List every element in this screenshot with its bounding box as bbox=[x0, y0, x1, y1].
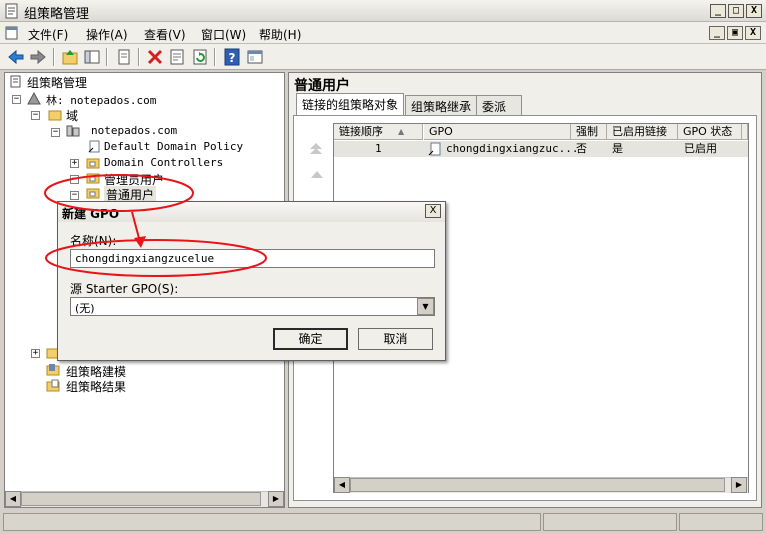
move-up-icon[interactable] bbox=[309, 170, 325, 180]
cell-link-enabled: 是 bbox=[612, 142, 623, 155]
gpmc-app-icon bbox=[5, 3, 18, 19]
ou-folder-icon bbox=[86, 173, 100, 184]
collapse-icon[interactable]: − bbox=[12, 95, 21, 104]
details-title: 普通用户 bbox=[294, 78, 350, 94]
scroll-thumb[interactable] bbox=[21, 492, 261, 506]
up-folder-icon[interactable] bbox=[60, 47, 80, 67]
tree-gp-results[interactable]: 组策略结果 bbox=[66, 378, 126, 395]
back-icon[interactable] bbox=[6, 47, 26, 67]
status-panel-3 bbox=[679, 513, 763, 531]
copy-icon[interactable] bbox=[114, 47, 134, 67]
cell-gpo-status: 已启用 bbox=[684, 142, 717, 155]
tree-default-domain-policy[interactable]: Default Domain Policy bbox=[104, 140, 243, 153]
gpmc-root-icon bbox=[10, 75, 21, 88]
tree-domain[interactable]: notepados.com bbox=[91, 124, 177, 137]
scroll-right-icon[interactable]: ▶ bbox=[731, 477, 747, 493]
scroll-left-icon[interactable]: ◀ bbox=[5, 491, 21, 507]
cell-gpo-name: chongdingxiangzuc... bbox=[446, 142, 579, 155]
scroll-thumb[interactable] bbox=[350, 478, 725, 492]
minimize-button[interactable]: _ bbox=[710, 4, 726, 18]
source-starter-label: 源 Starter GPO(S): bbox=[70, 282, 179, 296]
scroll-right-icon[interactable]: ▶ bbox=[268, 491, 284, 507]
menu-file[interactable]: 文件(F) bbox=[28, 26, 68, 43]
column-link-enabled[interactable]: 已启用链接 bbox=[607, 124, 678, 140]
modeling-icon bbox=[46, 364, 60, 376]
tab-inheritance[interactable]: 组策略继承 bbox=[405, 95, 478, 115]
menu-help[interactable]: 帮助(H) bbox=[259, 26, 301, 43]
tree-root-gpmc[interactable]: 组策略管理 bbox=[27, 74, 87, 91]
gpo-link-icon bbox=[428, 142, 441, 156]
collapse-icon[interactable]: − bbox=[31, 111, 40, 120]
mdi-child-icon[interactable] bbox=[4, 25, 20, 41]
cancel-button[interactable]: 取消 bbox=[358, 328, 433, 350]
collapse-icon[interactable]: − bbox=[70, 175, 79, 184]
name-label: 名称(N): bbox=[70, 234, 117, 248]
mdi-restore-button[interactable]: ▣ bbox=[727, 26, 743, 40]
tree-domain-controllers[interactable]: Domain Controllers bbox=[104, 156, 223, 169]
svg-text:?: ? bbox=[229, 51, 236, 65]
column-link-order[interactable]: 链接顺序 ▲ bbox=[334, 124, 423, 140]
tab-delegation[interactable]: 委派 bbox=[476, 95, 522, 115]
refresh-icon[interactable] bbox=[190, 47, 210, 67]
toolbar-separator bbox=[106, 48, 108, 66]
cell-link-order: 1 bbox=[375, 142, 382, 155]
ok-button[interactable]: 确定 bbox=[273, 328, 348, 350]
mdi-close-button[interactable]: X bbox=[745, 26, 761, 40]
ou-folder-icon bbox=[86, 158, 100, 169]
results-icon bbox=[46, 379, 60, 392]
toolbar-separator bbox=[214, 48, 216, 66]
window-title: 组策略管理 bbox=[24, 7, 90, 22]
tree-domains[interactable]: 域 bbox=[66, 107, 78, 124]
chevron-down-icon[interactable]: ▼ bbox=[417, 298, 434, 315]
collapse-icon[interactable]: − bbox=[70, 191, 79, 200]
toolbar-separator bbox=[138, 48, 140, 66]
column-gpo-status[interactable]: GPO 状态 bbox=[678, 124, 742, 140]
mdi-minimize-button[interactable]: _ bbox=[709, 26, 725, 40]
domains-folder-icon bbox=[48, 110, 62, 121]
expand-icon[interactable]: + bbox=[31, 349, 40, 358]
status-panel-main bbox=[3, 513, 541, 531]
move-link-up-icon[interactable] bbox=[308, 141, 324, 157]
tree-forest[interactable]: 林: notepados.com bbox=[46, 92, 156, 108]
menu-action[interactable]: 操作(A) bbox=[86, 26, 128, 43]
export-icon[interactable] bbox=[245, 47, 265, 67]
column-gpo[interactable]: GPO bbox=[424, 124, 571, 140]
help-icon[interactable]: ? bbox=[222, 47, 242, 67]
gpo-name-input[interactable]: chongdingxiangzucelue bbox=[70, 249, 435, 268]
status-panel-2 bbox=[543, 513, 677, 531]
domain-icon bbox=[66, 125, 80, 137]
close-button[interactable]: X bbox=[746, 4, 762, 18]
ou-folder-icon bbox=[86, 188, 100, 199]
forward-icon[interactable] bbox=[28, 47, 48, 67]
cell-enforced: 否 bbox=[576, 142, 587, 155]
show-hide-tree-icon[interactable] bbox=[82, 47, 102, 67]
forest-icon bbox=[27, 92, 41, 105]
toolbar-separator bbox=[53, 48, 55, 66]
sort-ascending-icon: ▲ bbox=[398, 127, 405, 136]
scroll-left-icon[interactable]: ◀ bbox=[334, 477, 350, 493]
properties-icon[interactable] bbox=[167, 47, 187, 67]
expand-icon[interactable]: + bbox=[70, 159, 79, 168]
window-titlebar bbox=[0, 0, 766, 22]
gpo-link-icon bbox=[88, 140, 100, 153]
column-enforced[interactable]: 强制 bbox=[571, 124, 607, 140]
source-starter-select[interactable]: (无) bbox=[70, 297, 435, 316]
menu-window[interactable]: 窗口(W) bbox=[201, 26, 246, 43]
dialog-title: 新建 GPO bbox=[62, 207, 120, 221]
column-filler bbox=[742, 124, 748, 140]
dialog-close-button[interactable]: X bbox=[425, 204, 441, 218]
collapse-icon[interactable]: − bbox=[51, 128, 60, 137]
menu-view[interactable]: 查看(V) bbox=[144, 26, 186, 43]
maximize-button[interactable]: □ bbox=[728, 4, 744, 18]
tab-linked-gpos[interactable]: 链接的组策略对象 bbox=[296, 93, 405, 116]
delete-icon[interactable] bbox=[145, 47, 165, 67]
